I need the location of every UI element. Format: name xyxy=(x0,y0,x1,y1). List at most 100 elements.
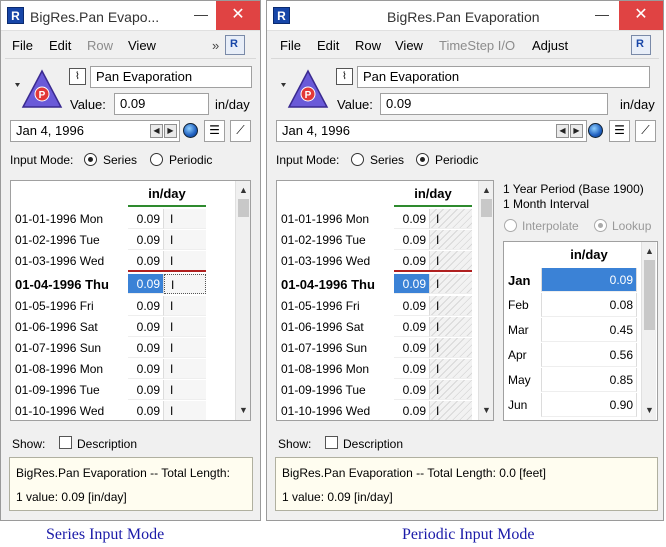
value-cell[interactable]: 0.09 xyxy=(128,401,164,420)
value-cell[interactable]: 0.09 xyxy=(128,209,164,229)
plot-icon[interactable]: ⟋ xyxy=(230,120,251,142)
period-month-label[interactable]: May xyxy=(508,373,531,387)
scroll-thumb[interactable] xyxy=(481,199,492,217)
object-name-field[interactable]: Pan Evaporation xyxy=(357,66,650,88)
period-month-label[interactable]: Mar xyxy=(508,323,529,337)
series-radio[interactable] xyxy=(351,153,364,166)
list-icon[interactable]: ☰ xyxy=(609,120,630,142)
value-cell[interactable]: 0.09 xyxy=(128,359,164,379)
period-month-label[interactable]: Jun xyxy=(508,398,527,412)
value-cell[interactable]: 0.09 xyxy=(394,401,430,420)
value-cell[interactable]: 0.09 xyxy=(128,338,164,358)
row-date-label[interactable]: 01-01-1996 Mon xyxy=(15,212,103,226)
series-radio[interactable] xyxy=(84,153,97,166)
value-cell[interactable]: 0.09 xyxy=(128,230,164,250)
value-cell[interactable]: 0.09 xyxy=(394,317,430,337)
flag-cell[interactable]: I xyxy=(430,380,472,400)
row-date-label[interactable]: 01-05-1996 Fri xyxy=(15,299,94,313)
reservoir-triangle-icon[interactable]: P xyxy=(13,67,67,111)
menu-file[interactable]: File xyxy=(12,38,33,53)
flag-cell[interactable]: I xyxy=(430,230,472,250)
toolbar-app-icon[interactable]: R xyxy=(225,35,245,55)
scroll-thumb[interactable] xyxy=(644,260,655,330)
flag-cell[interactable]: I xyxy=(430,296,472,316)
scroll-up-icon[interactable]: ▲ xyxy=(236,183,250,198)
scroll-up-icon[interactable]: ▲ xyxy=(479,183,493,198)
period-value-cell[interactable]: 0.56 xyxy=(541,343,637,367)
periodic-scrollbar[interactable]: ▲ ▼ xyxy=(641,242,656,420)
value-cell[interactable]: 0.09 xyxy=(128,251,164,271)
row-date-label[interactable]: 01-01-1996 Mon xyxy=(281,212,369,226)
column-header[interactable]: in/day xyxy=(128,181,206,206)
column-header[interactable]: in/day xyxy=(394,181,472,206)
flag-cell[interactable]: I xyxy=(430,274,472,294)
flag-cell[interactable]: I xyxy=(164,251,206,271)
value-cell[interactable]: 0.09 xyxy=(128,380,164,400)
period-value-cell[interactable]: 0.90 xyxy=(541,393,637,417)
flag-cell[interactable]: I xyxy=(430,209,472,229)
value-cell[interactable]: 0.09 xyxy=(128,296,164,316)
description-checkbox[interactable] xyxy=(325,436,338,449)
period-month-label[interactable]: Apr xyxy=(508,348,527,362)
row-date-label[interactable]: 01-07-1996 Sun xyxy=(281,341,367,355)
flag-cell[interactable]: I xyxy=(430,251,472,271)
scroll-thumb[interactable] xyxy=(238,199,249,217)
flag-cell[interactable]: I xyxy=(164,296,206,316)
menu-timestep-io[interactable]: TimeStep I/O xyxy=(439,38,515,53)
flag-cell[interactable]: I xyxy=(164,209,206,229)
row-date-label[interactable]: 01-07-1996 Sun xyxy=(15,341,101,355)
scroll-down-icon[interactable]: ▼ xyxy=(642,403,657,418)
period-month-label[interactable]: Feb xyxy=(508,298,529,312)
close-button[interactable]: ✕ xyxy=(619,1,663,30)
minimize-icon[interactable]: — xyxy=(592,5,612,25)
menu-file[interactable]: File xyxy=(280,38,301,53)
flag-cell[interactable]: I xyxy=(430,359,472,379)
next-arrow-icon[interactable]: ▶ xyxy=(570,124,583,138)
toolbar-app-icon[interactable]: R xyxy=(631,35,651,55)
row-date-label[interactable]: 01-03-1996 Wed xyxy=(15,254,104,268)
row-date-label[interactable]: 01-06-1996 Sat xyxy=(281,320,364,334)
row-date-label[interactable]: 01-10-1996 Wed xyxy=(15,404,104,418)
period-value-cell[interactable]: 0.45 xyxy=(541,318,637,342)
flag-cell[interactable]: I xyxy=(164,359,206,379)
value-cell[interactable]: 0.09 xyxy=(394,230,430,250)
value-field[interactable]: 0.09 xyxy=(114,93,209,115)
period-value-cell[interactable]: 0.08 xyxy=(541,293,637,317)
row-date-label[interactable]: 01-09-1996 Tue xyxy=(281,383,366,397)
menu-adjust[interactable]: Adjust xyxy=(532,38,568,53)
globe-icon[interactable] xyxy=(183,123,198,138)
flag-cell[interactable]: I xyxy=(164,317,206,337)
menu-row[interactable]: Row xyxy=(355,38,381,53)
menu-overflow-icon[interactable]: » xyxy=(212,38,219,53)
row-date-label[interactable]: 01-10-1996 Wed xyxy=(281,404,370,418)
prev-arrow-icon[interactable]: ◀ xyxy=(150,124,163,138)
title-bar[interactable]: R BigRes.Pan Evapo... — ✕ xyxy=(1,1,260,31)
prev-arrow-icon[interactable]: ◀ xyxy=(556,124,569,138)
value-cell[interactable]: 0.09 xyxy=(128,317,164,337)
lookup-radio[interactable] xyxy=(594,219,607,232)
scroll-down-icon[interactable]: ▼ xyxy=(236,403,250,418)
periodic-radio[interactable] xyxy=(416,153,429,166)
flag-cell[interactable]: I xyxy=(164,380,206,400)
close-button[interactable]: ✕ xyxy=(216,1,260,30)
row-date-label[interactable]: 01-06-1996 Sat xyxy=(15,320,98,334)
reservoir-triangle-icon[interactable]: P xyxy=(279,67,333,111)
menu-edit[interactable]: Edit xyxy=(317,38,339,53)
period-value-cell[interactable]: 0.09 xyxy=(541,268,637,292)
row-date-label[interactable]: 01-09-1996 Tue xyxy=(15,383,100,397)
menu-view[interactable]: View xyxy=(128,38,156,53)
value-field[interactable]: 0.09 xyxy=(380,93,608,115)
flag-cell[interactable]: I xyxy=(430,401,472,420)
vertical-scrollbar[interactable]: ▲ ▼ xyxy=(478,181,493,420)
row-date-label[interactable]: 01-05-1996 Fri xyxy=(281,299,360,313)
date-field[interactable]: Jan 4, 1996 xyxy=(276,120,587,142)
list-icon[interactable]: ☰ xyxy=(204,120,225,142)
flag-cell[interactable]: I xyxy=(430,338,472,358)
vertical-scrollbar[interactable]: ▲ ▼ xyxy=(235,181,250,420)
menu-row[interactable]: Row xyxy=(87,38,113,53)
series-table[interactable]: in/day 01-01-1996 Mon 0.09 I 01-02-1996 Tue… xyxy=(10,180,251,421)
series-table[interactable]: in/day 01-01-1996 Mon 0.09 I 01-02-1996 Tue… xyxy=(276,180,494,421)
value-cell[interactable]: 0.09 xyxy=(394,380,430,400)
flag-cell[interactable]: I xyxy=(164,230,206,250)
flag-cell[interactable]: I xyxy=(430,317,472,337)
